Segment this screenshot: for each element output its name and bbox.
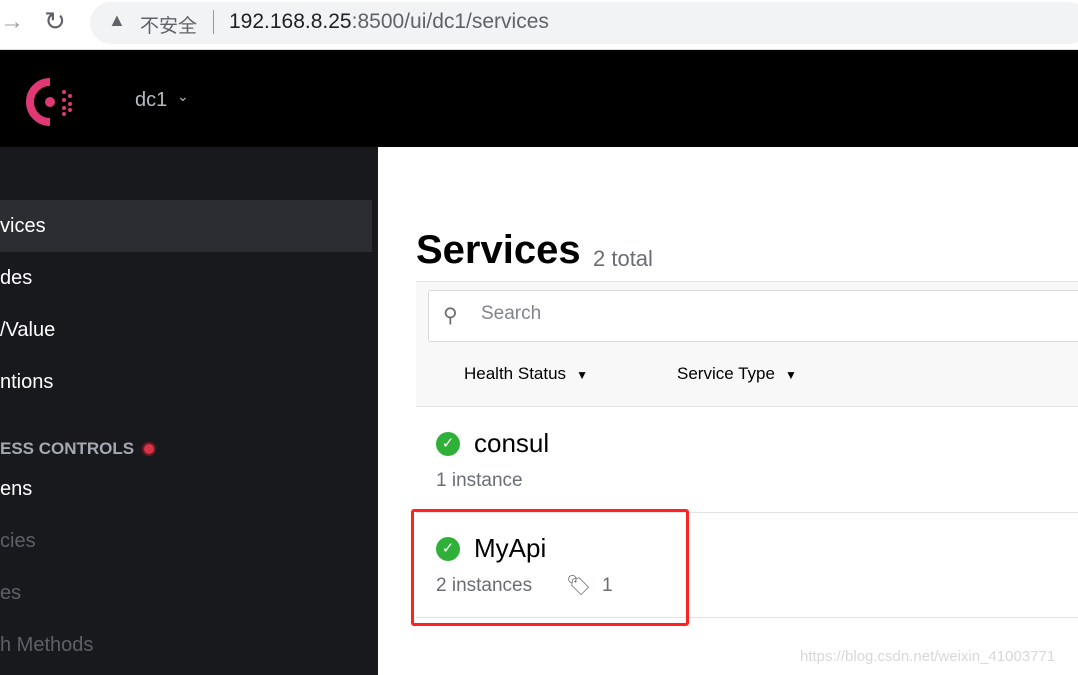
service-type-filter[interactable]: Service Type ▼ [677, 364, 797, 384]
consul-logo-icon[interactable] [26, 78, 78, 126]
sidebar-item-auth-methods[interactable]: h Methods [0, 619, 372, 671]
search-input[interactable] [481, 303, 981, 325]
url-path: :8500/ui/dc1/services [351, 10, 549, 33]
datacenter-selector[interactable]: dc1 [135, 89, 167, 112]
filter-label: Health Status [464, 364, 567, 383]
sidebar-item-services[interactable]: vices [0, 200, 372, 252]
sidebar: vices des /Value ntions ESS CONTROLS ens… [0, 147, 378, 675]
divider [213, 10, 214, 34]
check-circle-icon: ✓ [436, 432, 460, 456]
sidebar-item-roles[interactable]: es [0, 567, 372, 619]
health-status-filter[interactable]: Health Status ▼ [464, 364, 588, 384]
services-count: 2 total [593, 246, 653, 271]
sidebar-item-key-value[interactable]: /Value [0, 304, 372, 356]
chevron-down-icon: ▼ [576, 368, 588, 382]
sidebar-item-nodes[interactable]: des [0, 252, 372, 304]
browser-bar: → ↻ ▲ 不安全 192.168.8.25:8500/ui/dc1/servi… [0, 0, 1078, 50]
sidebar-item-tokens[interactable]: ens [0, 463, 372, 515]
filter-bar: ⚲ Health Status ▼ Service Type ▼ [416, 281, 1078, 407]
sidebar-item-policies[interactable]: cies [0, 515, 372, 567]
reload-icon[interactable]: ↻ [44, 6, 66, 37]
access-controls-label: ESS CONTROLS [0, 439, 135, 458]
search-field[interactable]: ⚲ [428, 290, 1078, 342]
forward-icon[interactable]: → [0, 8, 24, 36]
sidebar-item-intentions[interactable]: ntions [0, 356, 372, 408]
service-name[interactable]: consul [474, 428, 549, 459]
warning-icon[interactable]: ▲ [108, 10, 126, 31]
chevron-down-icon[interactable]: ⌄ [177, 88, 189, 105]
status-dot-icon [142, 442, 157, 456]
search-icon: ⚲ [443, 305, 458, 327]
filter-label: Service Type [677, 364, 775, 383]
chevron-down-icon: ▼ [784, 368, 797, 382]
url-text[interactable]: 192.168.8.25:8500/ui/dc1/services [229, 10, 549, 34]
insecure-label[interactable]: 不安全 [140, 11, 197, 38]
annotation-highlight-box [411, 509, 689, 626]
page-title: Services [416, 228, 581, 272]
url-host: 192.168.8.25 [229, 10, 352, 33]
watermark: https://blog.csdn.net/weixin_41003771 [800, 648, 1056, 665]
access-controls-heading: ESS CONTROLS [0, 438, 157, 460]
instance-count: 1 instance [436, 470, 523, 491]
service-row-consul[interactable]: ✓ consul 1 instance [416, 408, 1078, 513]
